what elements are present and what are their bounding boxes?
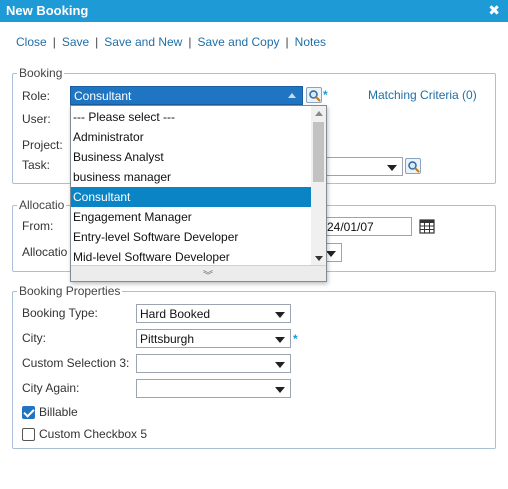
dropdown-scrollbar[interactable] — [311, 106, 326, 266]
save-link[interactable]: Save — [62, 35, 89, 49]
role-option[interactable]: --- Please select --- — [71, 107, 311, 127]
window-title: New Booking — [6, 3, 89, 18]
chevron-down-icon — [275, 337, 285, 343]
separator: | — [52, 35, 56, 49]
custom-checkbox-5-label: Custom Checkbox 5 — [39, 427, 148, 441]
chevron-down-icon — [275, 362, 285, 368]
role-option[interactable]: Business Analyst — [71, 147, 311, 167]
custom-selection-label: Custom Selection 3: — [22, 356, 130, 370]
booking-type-select[interactable]: Hard Booked — [136, 304, 291, 323]
booking-properties-legend: Booking Properties — [19, 284, 121, 298]
role-search-button[interactable] — [306, 87, 322, 103]
notes-link[interactable]: Notes — [295, 35, 326, 49]
billable-label: Billable — [39, 405, 78, 419]
role-dropdown-list[interactable]: --- Please select --- Administrator Busi… — [70, 105, 327, 282]
magnifier-icon — [309, 90, 321, 102]
separator: | — [285, 35, 289, 49]
city-select[interactable]: Pittsburgh — [136, 329, 291, 348]
role-label: Role: — [22, 89, 51, 103]
task-search-button[interactable] — [405, 158, 421, 174]
role-option[interactable]: Entry-level Software Developer — [71, 227, 311, 247]
title-bar: New Booking ✖ — [0, 0, 508, 22]
role-required-star: * — [323, 88, 328, 102]
project-label: Project: — [22, 138, 63, 152]
user-label: User: — [22, 112, 51, 126]
role-option[interactable]: business manager — [71, 167, 311, 187]
calendar-icon[interactable] — [419, 218, 435, 234]
booking-type-value: Hard Booked — [140, 307, 211, 321]
scrollbar-thumb[interactable] — [313, 122, 324, 182]
city-again-label: City Again: — [22, 381, 80, 395]
separator: | — [95, 35, 99, 49]
chevron-down-icon — [275, 387, 285, 393]
chevron-down-icon — [387, 165, 397, 171]
matching-criteria-link[interactable]: Matching Criteria (0) — [368, 88, 477, 102]
city-again-select[interactable] — [136, 379, 291, 398]
chevron-down-icon — [275, 312, 285, 318]
allocation-legend: Allocatio — [19, 198, 65, 212]
scroll-down-arrow-icon[interactable] — [315, 256, 323, 261]
separator: | — [188, 35, 192, 49]
magnifier-icon — [408, 161, 420, 173]
city-value: Pittsburgh — [140, 332, 195, 346]
role-option-selected[interactable]: Consultant — [71, 187, 311, 207]
booking-legend: Booking — [19, 66, 63, 80]
billable-checkbox[interactable] — [22, 406, 35, 419]
role-option[interactable]: Engagement Manager — [71, 207, 311, 227]
city-label: City: — [22, 331, 46, 345]
chevron-up-icon — [288, 93, 296, 98]
double-chevron-down-icon: ︾ — [203, 271, 213, 282]
city-required-star: * — [293, 332, 298, 346]
scroll-up-arrow-icon[interactable] — [315, 111, 323, 116]
dropdown-resize-footer[interactable]: ︾ — [71, 265, 326, 281]
role-option[interactable]: Mid-level Software Developer — [71, 247, 311, 267]
custom-selection-select[interactable] — [136, 354, 291, 373]
from-date-value: 24/01/07 — [327, 220, 374, 234]
role-select[interactable]: Consultant — [70, 86, 303, 105]
save-and-new-link[interactable]: Save and New — [104, 35, 182, 49]
role-select-value: Consultant — [74, 89, 132, 103]
toolbar: Close | Save | Save and New | Save and Copy | No… — [16, 35, 326, 49]
from-label: From: — [22, 219, 54, 233]
allocation-label: Allocatio — [22, 245, 68, 259]
save-and-copy-link[interactable]: Save and Copy — [197, 35, 279, 49]
custom-checkbox-5[interactable] — [22, 428, 35, 441]
booking-type-label: Booking Type: — [22, 306, 98, 320]
close-link[interactable]: Close — [16, 35, 47, 49]
chevron-down-icon — [326, 251, 336, 257]
task-label: Task: — [22, 158, 51, 172]
close-icon[interactable]: ✖ — [488, 2, 500, 19]
role-option[interactable]: Administrator — [71, 127, 311, 147]
